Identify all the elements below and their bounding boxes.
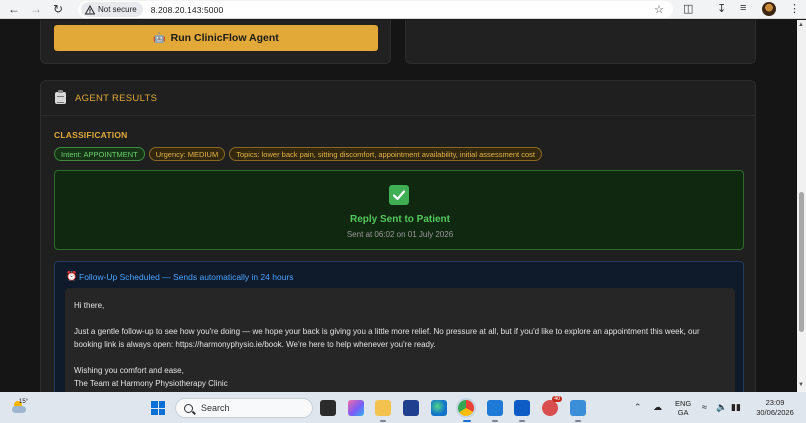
checkmark-icon (389, 185, 409, 205)
system-clock[interactable]: 23:09 30/06/2026 (754, 398, 796, 418)
bookmark-star-icon[interactable]: ☆ (654, 3, 664, 16)
language-line-2: GA (677, 408, 689, 417)
email-signature: The Team at Harmony Physiotherapy Clinic (74, 379, 228, 388)
results-header: AGENT RESULTS (41, 81, 755, 116)
task-view-icon[interactable] (320, 400, 336, 416)
outlook-indicator (519, 420, 525, 422)
email-closing: Wishing you comfort and ease, (74, 366, 184, 375)
file-explorer-indicator (380, 420, 386, 422)
security-indicator[interactable]: Not secure (81, 2, 143, 17)
scroll-down-arrow-icon[interactable]: ▼ (798, 382, 804, 388)
intent-badge: Intent: APPOINTMENT (54, 147, 145, 161)
scroll-up-arrow-icon[interactable]: ▲ (798, 22, 804, 28)
chrome-indicator (463, 420, 471, 422)
forward-arrow-icon[interactable]: → (28, 1, 44, 17)
language-line-1: ENG (675, 399, 692, 408)
windows-start-icon[interactable] (151, 401, 165, 415)
run-agent-button-label: Run ClinicFlow Agent (170, 32, 279, 44)
cloud-icon (12, 406, 26, 413)
profile-avatar[interactable] (762, 2, 776, 16)
vscode-icon[interactable] (487, 400, 503, 416)
language-indicator[interactable]: ENG GA (675, 399, 691, 417)
security-label: Not secure (98, 5, 137, 14)
address-bar[interactable]: Not secure 8.208.20.143:5000 ☆ (78, 1, 673, 18)
reply-sent-panel: Reply Sent to Patient Sent at 06:02 on 0… (54, 170, 744, 250)
back-arrow-icon[interactable]: ← (6, 1, 22, 17)
extensions-puzzle-icon[interactable]: ◫ (683, 2, 693, 15)
page-content: 🤖 Run ClinicFlow Agent AGENT RESULTS CLA… (0, 20, 797, 392)
notification-app-icon[interactable] (542, 400, 558, 416)
agent-results-card: AGENT RESULTS CLASSIFICATION Intent: APP… (40, 80, 756, 392)
robot-icon: 🤖 (153, 32, 166, 44)
urgency-badge: Urgency: MEDIUM (148, 147, 226, 161)
warning-triangle-icon (85, 4, 95, 14)
followup-title: Follow-Up Scheduled — Sends automaticall… (79, 272, 294, 282)
taskbar-search[interactable]: Search (175, 398, 313, 418)
download-icon[interactable]: ↧ (717, 2, 726, 15)
search-icon (184, 403, 193, 413)
clock-date: 30/06/2026 (756, 408, 794, 417)
reload-icon[interactable]: ↻ (50, 1, 66, 17)
battery-icon[interactable]: ▮▮ (731, 402, 741, 413)
results-title: AGENT RESULTS (75, 92, 158, 104)
url-text[interactable]: 8.208.20.143:5000 (151, 5, 224, 15)
classification-heading: CLASSIFICATION (54, 130, 128, 140)
copilot-icon[interactable] (348, 400, 364, 416)
microsoft-store-icon[interactable] (403, 400, 419, 416)
alarm-clock-icon: ⏰ (66, 271, 78, 281)
search-placeholder: Search (201, 403, 230, 413)
edge-icon[interactable] (431, 400, 447, 416)
remote-desktop-icon[interactable] (570, 400, 586, 416)
scrollbar-thumb[interactable] (799, 192, 804, 332)
followup-panel: ⏰ Follow-Up Scheduled — Sends automatica… (54, 261, 744, 392)
email-body-line-2: booking link is always open: https://har… (74, 340, 436, 349)
notification-badge: 40 (552, 396, 563, 402)
wifi-icon[interactable]: ≈ (702, 402, 707, 412)
side-card (405, 20, 756, 64)
email-greeting: Hi there, (74, 301, 105, 310)
chrome-icon[interactable] (458, 400, 474, 416)
remote-desktop-indicator (575, 420, 581, 422)
reply-sent-timestamp: Sent at 06:02 on 01 July 2026 (346, 230, 454, 239)
email-body-line-1: Just a gentle follow-up to see how you'r… (74, 327, 700, 336)
reply-sent-title: Reply Sent to Patient (349, 214, 450, 225)
media-queue-icon[interactable]: ≡ (740, 2, 746, 14)
run-agent-button[interactable]: 🤖 Run ClinicFlow Agent (54, 25, 378, 51)
more-menu-icon[interactable]: ⋮ (789, 2, 800, 15)
clipboard-icon (55, 90, 66, 104)
clock-time: 23:09 (765, 398, 785, 407)
taskbar: 15° Search 40 ⌃ ☁ ENG GA ≈ 🔈 ▮▮ 23:09 30… (0, 392, 806, 423)
classification-badges: Intent: APPOINTMENT Urgency: MEDIUM Topi… (54, 147, 542, 161)
volume-icon[interactable]: 🔈 (716, 402, 727, 413)
show-hidden-icons-chevron-icon[interactable]: ⌃ (634, 402, 642, 413)
temperature: 15° (19, 399, 29, 405)
topics-badge: Topics: lower back pain, sitting discomf… (229, 147, 542, 161)
outlook-icon[interactable] (514, 400, 530, 416)
file-explorer-icon[interactable] (375, 400, 391, 416)
vscode-indicator (492, 420, 498, 422)
browser-toolbar: ← → ↻ Not secure 8.208.20.143:5000 ☆ ◫ ↧… (0, 0, 806, 19)
followup-email-preview: Hi there, Just a gentle follow-up to see… (65, 288, 735, 392)
cloud-sync-icon[interactable]: ☁ (653, 402, 662, 413)
page-scrollbar[interactable]: ▲ ▼ (797, 20, 806, 392)
